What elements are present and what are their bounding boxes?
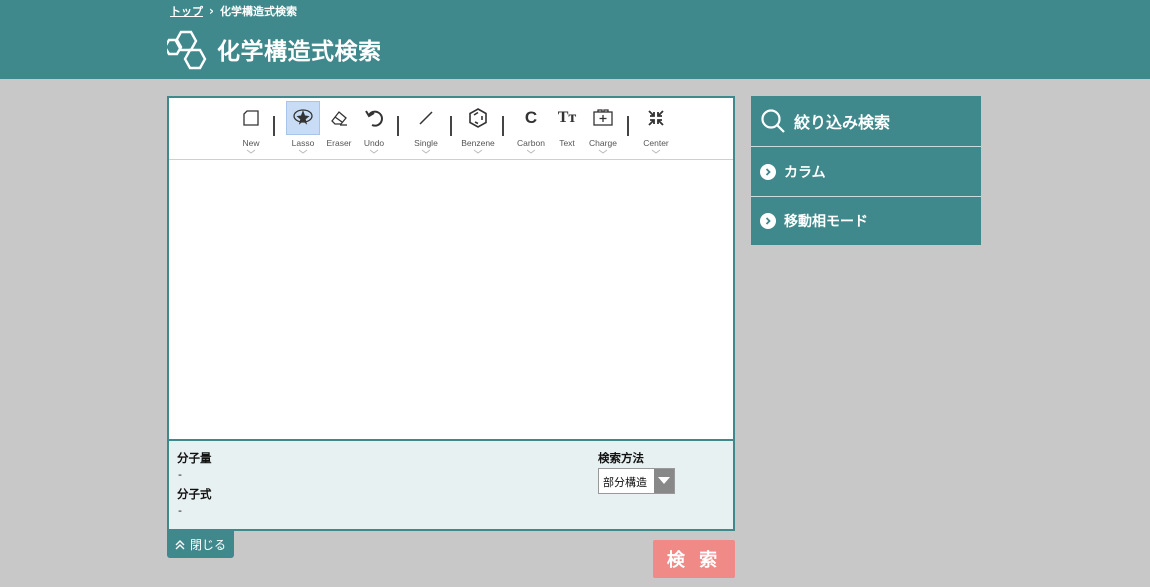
chevron-down-icon <box>246 149 256 154</box>
tool-charge[interactable]: Charge <box>585 101 621 157</box>
refine-search-title: 絞り込み検索 <box>794 113 891 132</box>
chevron-down-icon <box>651 149 661 154</box>
search-method-value: 部分構造 <box>603 476 647 489</box>
search-method-select[interactable]: 部分構造 <box>598 468 675 494</box>
tool-carbon-label: Carbon <box>517 138 545 148</box>
undo-icon <box>357 101 391 135</box>
center-icon <box>639 101 673 135</box>
molecule-info-panel: 分子量 - 分子式 - 検索方法 部分構造 <box>169 439 733 529</box>
chevron-down-icon <box>369 149 379 154</box>
charge-icon <box>586 101 620 135</box>
sidebar-item-label: カラム <box>784 164 826 181</box>
breadcrumb-home-link[interactable]: トップ <box>170 3 203 19</box>
carbon-glyph: C <box>524 108 538 127</box>
toolbar-divider <box>273 116 275 136</box>
single-bond-icon <box>409 101 443 135</box>
close-button-label: 閉じる <box>189 538 226 552</box>
tool-carbon[interactable]: C Carbon <box>513 101 549 157</box>
tool-center[interactable]: Center <box>638 101 674 157</box>
text-glyph: Tт <box>557 109 577 126</box>
chevron-down-icon <box>526 149 536 154</box>
chevron-right-circle-icon <box>760 163 776 180</box>
search-method-label: 検索方法 <box>598 451 644 465</box>
chevron-up-icon <box>175 539 185 549</box>
molecular-formula-label: 分子式 <box>177 487 212 501</box>
new-file-icon <box>234 101 268 135</box>
toolbar-divider <box>502 116 504 136</box>
tool-undo[interactable]: Undo <box>356 101 392 157</box>
tool-lasso-label: Lasso <box>291 138 315 148</box>
close-button[interactable]: 閉じる <box>167 531 234 558</box>
tool-new[interactable]: New <box>233 101 269 157</box>
molecular-weight-label: 分子量 <box>177 451 212 465</box>
toolbar-divider <box>627 116 629 136</box>
tool-lasso[interactable]: Lasso <box>285 101 321 157</box>
drawing-canvas[interactable] <box>169 160 733 439</box>
dropdown-arrow-icon <box>654 469 674 493</box>
sidebar-item-column[interactable]: カラム <box>751 147 981 196</box>
refine-search-header: 絞り込み検索 <box>751 96 981 147</box>
chevron-down-icon <box>298 149 308 154</box>
tool-benzene-label: Benzene <box>461 138 495 148</box>
tool-text-label: Text <box>559 138 575 148</box>
tool-single-label: Single <box>414 138 438 148</box>
benzene-icon <box>461 101 495 135</box>
refine-search-panel: 絞り込み検索 カラム 移動相モード <box>751 96 981 245</box>
chevron-down-icon <box>598 149 608 154</box>
breadcrumb-separator: › <box>209 4 214 18</box>
tool-undo-label: Undo <box>363 138 385 148</box>
molecular-weight-value: - <box>178 468 182 481</box>
search-icon <box>761 109 785 133</box>
lasso-icon <box>286 101 320 135</box>
carbon-icon: C <box>514 101 548 135</box>
eraser-icon <box>322 101 356 135</box>
tool-benzene[interactable]: Benzene <box>460 101 496 157</box>
toolbar-divider <box>450 116 452 136</box>
hexagon-logo-icon <box>167 28 209 70</box>
toolbar-divider <box>397 116 399 136</box>
tool-text[interactable]: Tт Text <box>549 101 585 157</box>
page-header: トップ › 化学構造式検索 化学構造式検索 <box>0 0 1150 79</box>
tool-eraser-label: Eraser <box>326 138 352 148</box>
chevron-right-circle-icon <box>760 213 776 229</box>
structure-editor: New Lasso Eraser Undo Single Benzene C C… <box>167 96 735 531</box>
sidebar-item-label: 移動相モード <box>784 214 868 230</box>
chevron-down-icon <box>473 149 483 154</box>
chevron-down-icon <box>421 149 431 154</box>
page-title: 化学構造式検索 <box>217 39 382 65</box>
text-icon: Tт <box>550 101 584 135</box>
tool-new-label: New <box>242 138 260 148</box>
breadcrumb-current: 化学構造式検索 <box>219 5 297 18</box>
breadcrumb: トップ › 化学構造式検索 <box>170 3 297 19</box>
tool-center-label: Center <box>643 138 669 148</box>
tool-charge-label: Charge <box>589 138 617 148</box>
molecular-formula-value: - <box>178 504 182 517</box>
search-button[interactable]: 検 索 <box>653 540 735 578</box>
tool-eraser[interactable]: Eraser <box>321 101 357 157</box>
tool-single-bond[interactable]: Single <box>408 101 444 157</box>
editor-toolbar: New Lasso Eraser Undo Single Benzene C C… <box>169 98 733 160</box>
sidebar-item-mobile-phase-mode[interactable]: 移動相モード <box>751 196 981 245</box>
